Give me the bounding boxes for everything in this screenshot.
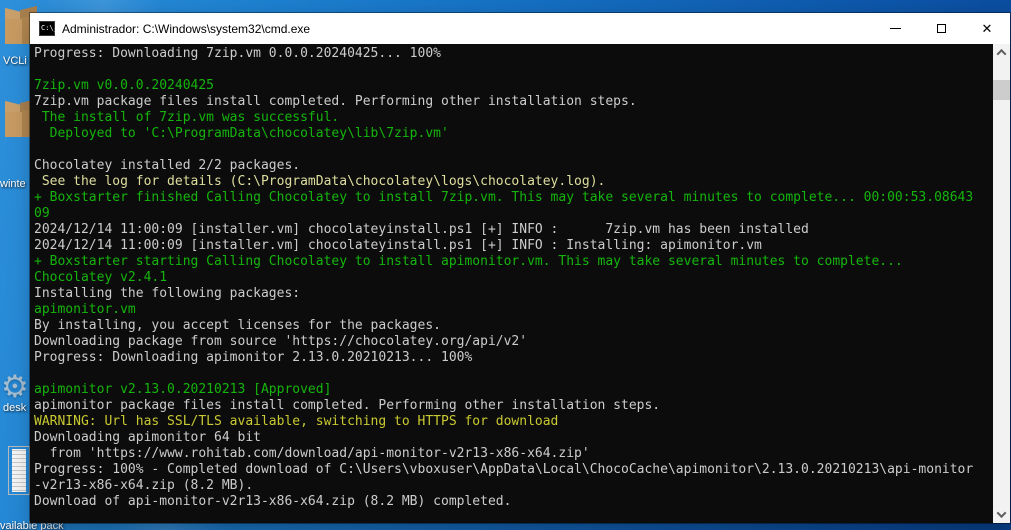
window-controls: ✕	[872, 13, 1010, 44]
desktop-icon-label[interactable]: winte	[0, 178, 26, 190]
box-body	[5, 19, 22, 44]
console-line: from 'https://www.rohitab.com/download/a…	[34, 446, 590, 461]
maximize-icon	[936, 24, 946, 33]
scroll-down-button[interactable]	[993, 506, 1010, 523]
scrollbar-thumb[interactable]	[993, 80, 1010, 100]
console-line: Progress: 100% - Completed download of C…	[34, 462, 974, 477]
cmd-prompt-icon[interactable]: C:\_	[39, 21, 58, 36]
console-line: Deployed to 'C:\ProgramData\chocolatey\l…	[34, 126, 449, 141]
console-line: Chocolatey v2.4.1	[34, 270, 168, 285]
gear-icon[interactable]: ⚙	[1, 371, 29, 402]
console-output[interactable]: Progress: Downloading 7zip.vm 0.0.0.2024…	[30, 44, 993, 523]
scrollbar[interactable]	[993, 44, 1010, 523]
console-line: -v2r13-x86-x64.zip (8.2 MB).	[34, 478, 254, 493]
console-line: + Boxstarter starting Calling Chocolatey…	[34, 254, 903, 269]
console-line: 2024/12/14 11:00:09 [installer.vm] choco…	[34, 222, 809, 237]
close-button[interactable]: ✕	[964, 13, 1010, 44]
minimize-button[interactable]	[872, 13, 918, 44]
console-line: Downloading package from source 'https:/…	[34, 334, 528, 349]
scroll-up-button[interactable]	[993, 44, 1010, 61]
console-line: + Boxstarter finished Calling Chocolatey…	[34, 190, 974, 205]
console-line: 2024/12/14 11:00:09 [installer.vm] choco…	[34, 238, 762, 253]
console-line: By installing, you accept licenses for t…	[34, 318, 441, 333]
console-line: Progress: Downloading 7zip.vm 0.0.0.2024…	[34, 46, 441, 61]
desktop-icon-label[interactable]: VCLi	[3, 55, 27, 67]
console-line: apimonitor v2.13.0.20210213 [Approved]	[34, 382, 332, 397]
notes-file-icon[interactable]	[8, 446, 30, 495]
desktop: VCLi winte ⚙ desk vailable pack C:\_ Adm…	[0, 0, 1011, 530]
chevron-up-icon	[996, 48, 1007, 59]
console-line: Installing the following packages:	[34, 286, 301, 301]
console-line: Download of api-monitor-v2r13-x86-x64.zi…	[34, 494, 512, 509]
console-line: Chocolatey installed 2/2 packages.	[34, 158, 301, 173]
cmd-window: C:\_ Administrador: C:\Windows\system32\…	[30, 13, 1010, 523]
console-line: 7zip.vm package files install completed.…	[34, 94, 637, 109]
window-title: Administrador: C:\Windows\system32\cmd.e…	[62, 21, 311, 36]
close-icon: ✕	[981, 21, 993, 36]
console-line: See the log for details (C:\ProgramData\…	[34, 174, 606, 189]
minimize-icon	[889, 28, 901, 29]
console-line: 7zip.vm v0.0.0.20240425	[34, 78, 215, 93]
console-line: Downloading apimonitor 64 bit	[34, 430, 261, 445]
console-line: Progress: Downloading apimonitor 2.13.0.…	[34, 350, 473, 365]
desktop-icon-label[interactable]: desk	[3, 402, 26, 414]
console-line: WARNING: Url has SSL/TLS available, swit…	[34, 414, 559, 429]
console-line: The install of 7zip.vm was successful.	[34, 110, 340, 125]
maximize-button[interactable]	[918, 13, 964, 44]
console-line: 09	[34, 206, 50, 221]
console-line: apimonitor package files install complet…	[34, 398, 661, 413]
box-body	[5, 112, 22, 137]
window-body: Progress: Downloading 7zip.vm 0.0.0.2024…	[30, 44, 1010, 523]
console-line: apimonitor.vm	[34, 302, 136, 317]
chevron-down-icon	[996, 508, 1007, 519]
title-bar[interactable]: C:\_ Administrador: C:\Windows\system32\…	[30, 13, 1010, 44]
